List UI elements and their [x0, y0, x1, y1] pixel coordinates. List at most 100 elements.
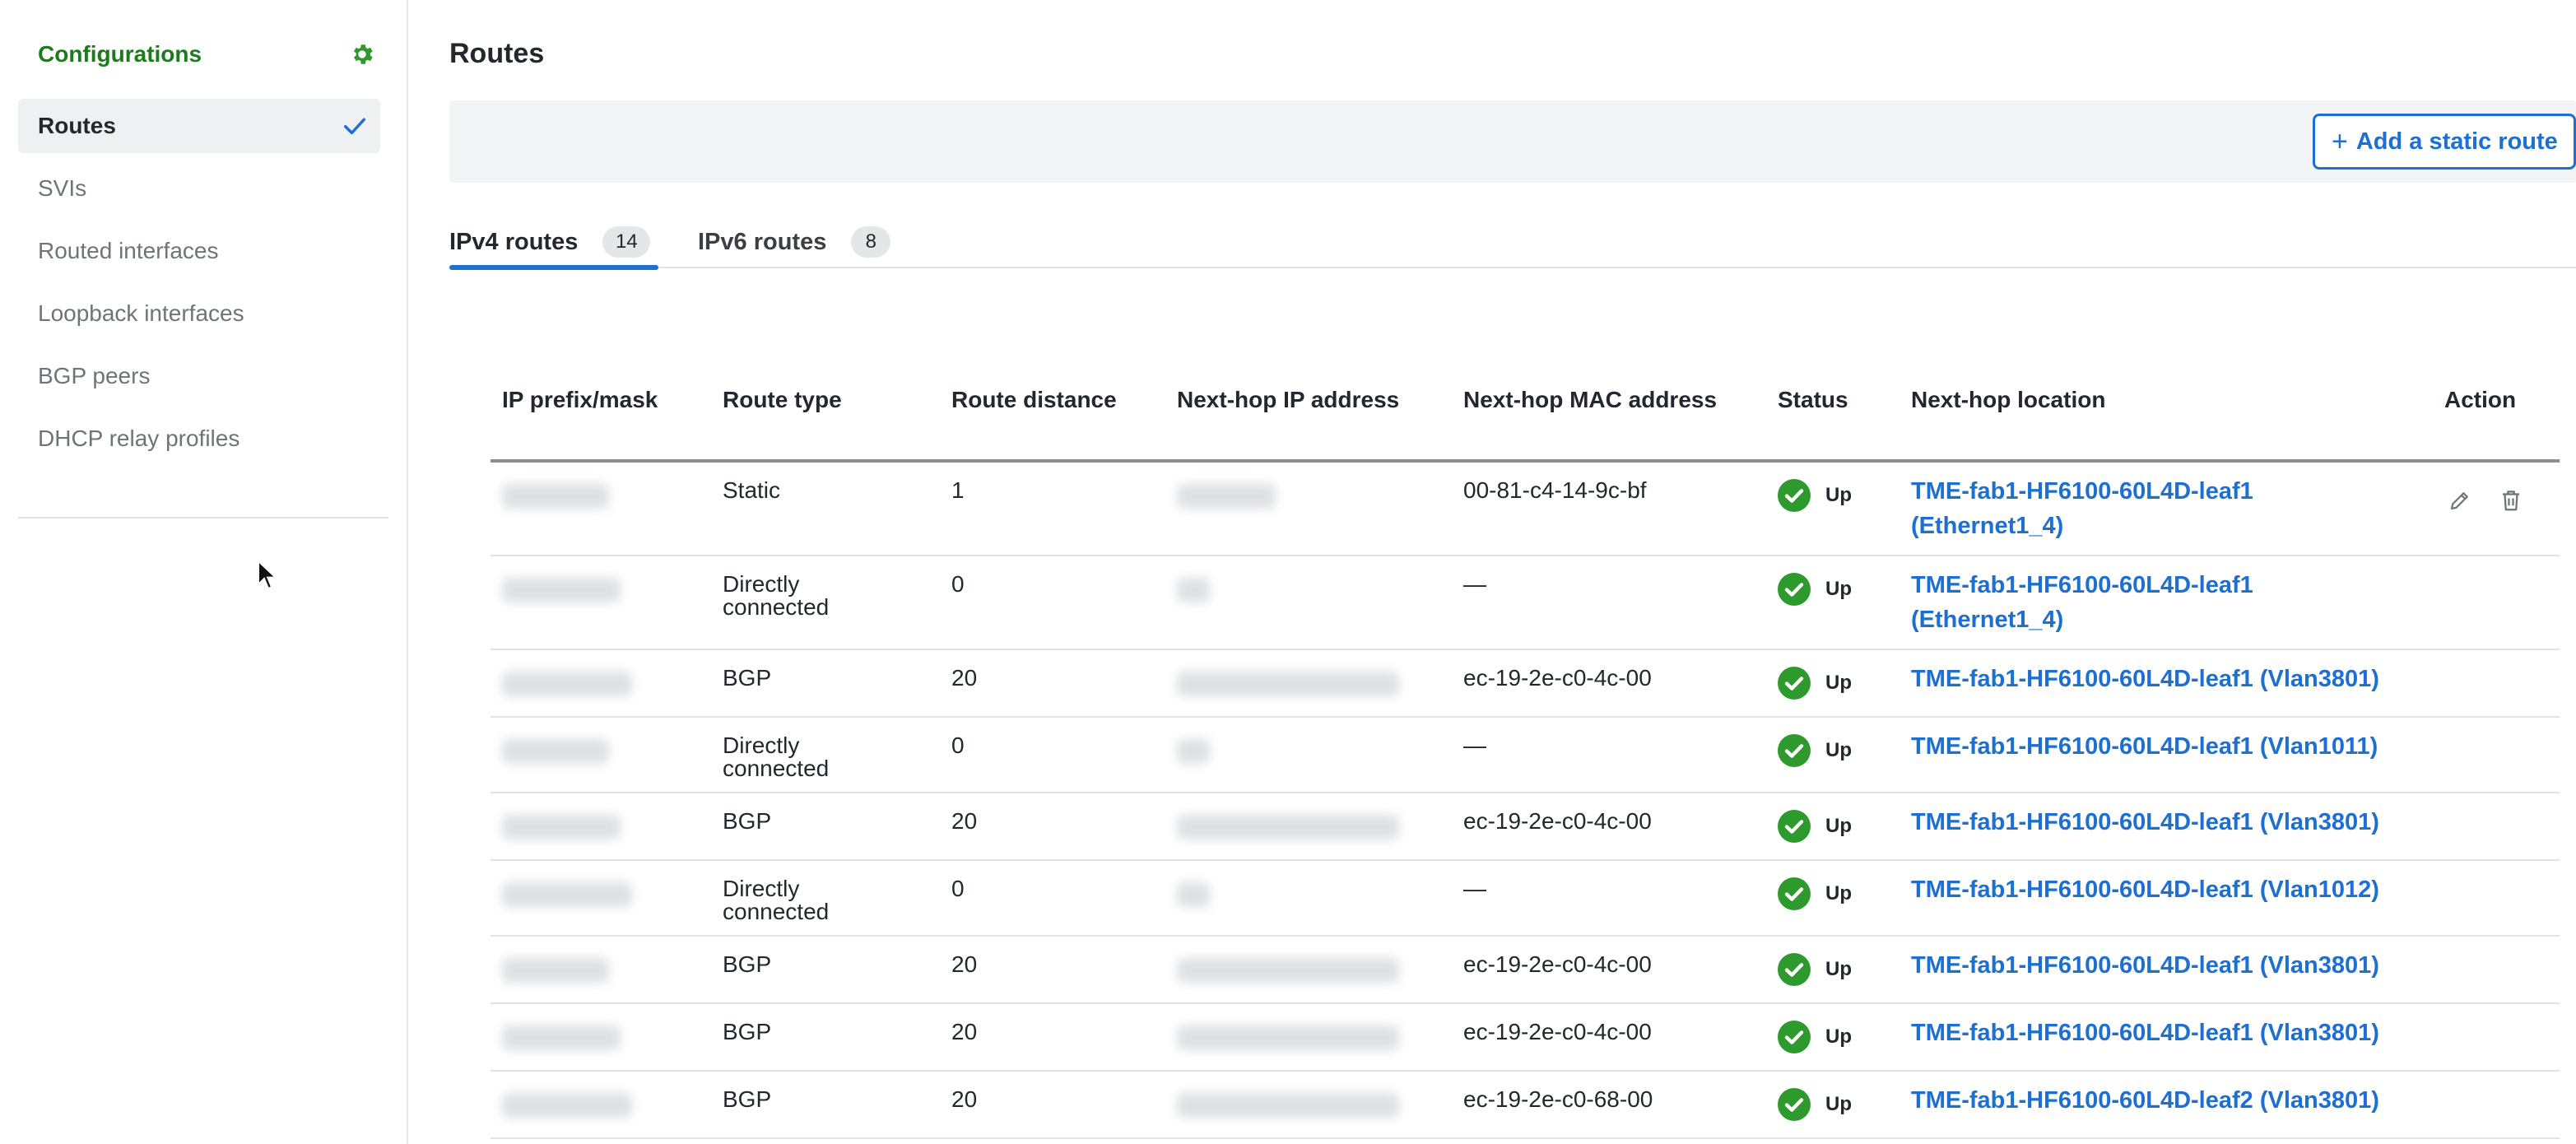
status-cell: Up	[1778, 573, 1852, 606]
sidebar-item-dhcp-relay-profiles[interactable]: DHCP relay profiles	[18, 412, 380, 466]
mac-address-cell: —	[1463, 876, 1486, 901]
route-distance-cell: 20	[951, 665, 978, 691]
route-type-cell: BGP	[723, 665, 772, 691]
sidebar: Configurations Routes SVIs Routed interfac…	[0, 0, 408, 1144]
tab-ipv6-routes[interactable]: IPv6 routes 8	[698, 216, 891, 268]
status-up-icon	[1778, 810, 1811, 843]
status-cell: Up	[1778, 1021, 1852, 1053]
mac-address-cell: ec-19-2e-c0-4c-00	[1463, 665, 1652, 691]
table-row: BGP 20 ec-19-2e-c0-68-00 Up TME-fab1-HF6100-…	[491, 1072, 2560, 1139]
route-distance-cell: 20	[951, 1019, 978, 1044]
redacted-next-hop-ip	[1177, 672, 1399, 696]
column-header: Action	[2444, 387, 2517, 412]
table-row: BGP 20 ec-19-2e-c0-4c-00 Up TME-fab1-HF6100-…	[491, 650, 2560, 718]
redacted-ip-prefix	[502, 578, 621, 602]
next-hop-location-link[interactable]: TME-fab1-HF6100-60L4D-leaf1 (Vlan3801)	[1911, 1016, 2438, 1050]
redacted-ip-prefix	[502, 1093, 632, 1118]
add-static-route-button[interactable]: + Add a static route	[2313, 114, 2576, 170]
table-header: IP prefix/mask Route type Route distance Ne…	[491, 379, 2560, 463]
next-hop-location-link[interactable]: TME-fab1-HF6100-60L4D-leaf1 (Vlan1011)	[1911, 729, 2438, 764]
route-distance-cell: 20	[951, 1086, 978, 1112]
table-row: BGP 20 ec-19-2e-c0-4c-00 Up TME-fab1-HF6100-…	[491, 793, 2560, 861]
table-row: Directly connected 0 — Up TME-fab1-HF6100-60…	[491, 718, 2560, 793]
routes-table: IP prefix/mask Route type Route distance Ne…	[491, 379, 2560, 1139]
redacted-ip-prefix	[502, 484, 609, 509]
status-up-icon	[1778, 734, 1811, 767]
mac-address-cell: —	[1463, 571, 1486, 597]
status-up-icon	[1778, 573, 1811, 606]
redacted-ip-prefix	[502, 1025, 621, 1050]
redacted-next-hop-ip	[1177, 578, 1210, 602]
column-header: Status	[1778, 387, 1848, 412]
sidebar-item-routes[interactable]: Routes	[18, 99, 380, 153]
redacted-next-hop-ip	[1177, 882, 1210, 907]
table-row: BGP 20 ec-19-2e-c0-4c-00 Up TME-fab1-HF6100-…	[491, 937, 2560, 1004]
sidebar-item-svis[interactable]: SVIs	[18, 161, 380, 216]
route-distance-cell: 0	[951, 571, 965, 597]
route-type-cell: BGP	[723, 1019, 772, 1044]
sidebar-nav: Routes SVIs Routed interfaces Loopback inte…	[18, 99, 380, 474]
status-text: Up	[1825, 672, 1852, 694]
next-hop-location-link[interactable]: TME-fab1-HF6100-60L4D-leaf1 (Ethernet1_4…	[1911, 568, 2298, 637]
column-header: Route type	[723, 387, 842, 412]
status-text: Up	[1825, 815, 1852, 837]
status-text: Up	[1825, 739, 1852, 761]
mac-address-cell: —	[1463, 732, 1486, 758]
next-hop-location-link[interactable]: TME-fab1-HF6100-60L4D-leaf2 (Vlan3801)	[1911, 1083, 2438, 1118]
next-hop-location-link[interactable]: TME-fab1-HF6100-60L4D-leaf1 (Vlan3801)	[1911, 662, 2438, 696]
tab-ipv4-routes[interactable]: IPv4 routes 14	[449, 216, 658, 270]
add-static-route-label: Add a static route	[2355, 128, 2558, 155]
table-row: Directly connected 0 — Up TME-fab1-HF6100-60…	[491, 556, 2560, 650]
column-header: Next-hop location	[1911, 387, 2106, 412]
redacted-next-hop-ip	[1177, 815, 1399, 839]
route-type-cell: BGP	[723, 1086, 772, 1112]
sidebar-item-routed-interfaces[interactable]: Routed interfaces	[18, 224, 380, 278]
table-row: Directly connected 0 — Up TME-fab1-HF6100-60…	[491, 861, 2560, 937]
delete-icon[interactable]	[2499, 487, 2523, 514]
sidebar-item-label: Routed interfaces	[38, 238, 219, 263]
route-distance-cell: 20	[951, 951, 978, 977]
redacted-next-hop-ip	[1177, 739, 1210, 764]
status-up-icon	[1778, 877, 1811, 910]
sidebar-title: Configurations	[38, 41, 202, 67]
status-cell: Up	[1778, 1088, 1852, 1121]
mac-address-cell: 00-81-c4-14-9c-bf	[1463, 477, 1647, 503]
next-hop-location-link[interactable]: TME-fab1-HF6100-60L4D-leaf1 (Ethernet1_4…	[1911, 474, 2298, 543]
redacted-ip-prefix	[502, 739, 609, 764]
status-text: Up	[1825, 484, 1852, 506]
next-hop-location-link[interactable]: TME-fab1-HF6100-60L4D-leaf1 (Vlan3801)	[1911, 805, 2438, 839]
status-up-icon	[1778, 953, 1811, 986]
gear-icon[interactable]	[349, 41, 375, 67]
sidebar-item-label: Loopback interfaces	[38, 300, 244, 326]
route-type-cell: BGP	[723, 951, 772, 977]
mac-address-cell: ec-19-2e-c0-4c-00	[1463, 808, 1652, 834]
status-cell: Up	[1778, 810, 1852, 843]
redacted-next-hop-ip	[1177, 1093, 1399, 1118]
column-header: Next-hop IP address	[1177, 387, 1400, 412]
redacted-ip-prefix	[502, 672, 632, 696]
status-text: Up	[1825, 1093, 1852, 1115]
column-header: Next-hop MAC address	[1463, 387, 1718, 412]
route-distance-cell: 20	[951, 808, 978, 834]
sidebar-item-bgp-peers[interactable]: BGP peers	[18, 349, 380, 403]
status-cell: Up	[1778, 667, 1852, 700]
sidebar-item-label: Routes	[38, 113, 116, 138]
next-hop-location-link[interactable]: TME-fab1-HF6100-60L4D-leaf1 (Vlan3801)	[1911, 948, 2438, 983]
status-text: Up	[1825, 958, 1852, 980]
redacted-next-hop-ip	[1177, 484, 1276, 509]
edit-icon[interactable]	[2448, 487, 2472, 514]
status-text: Up	[1825, 578, 1852, 600]
status-up-icon	[1778, 479, 1811, 512]
checkmark-icon	[343, 118, 366, 135]
status-up-icon	[1778, 667, 1811, 700]
mouse-cursor-icon	[258, 560, 278, 590]
route-tabs: IPv4 routes 14 IPv6 routes 8	[449, 216, 2576, 270]
next-hop-location-link[interactable]: TME-fab1-HF6100-60L4D-leaf1 (Vlan1012)	[1911, 872, 2438, 907]
status-cell: Up	[1778, 877, 1852, 910]
route-distance-cell: 1	[951, 477, 965, 503]
status-text: Up	[1825, 1025, 1852, 1048]
count-badge: 14	[602, 226, 651, 258]
sidebar-item-loopback-interfaces[interactable]: Loopback interfaces	[18, 286, 380, 341]
toolbar: + Add a static route	[449, 100, 2576, 183]
route-type-cell: Directly connected	[723, 876, 830, 924]
